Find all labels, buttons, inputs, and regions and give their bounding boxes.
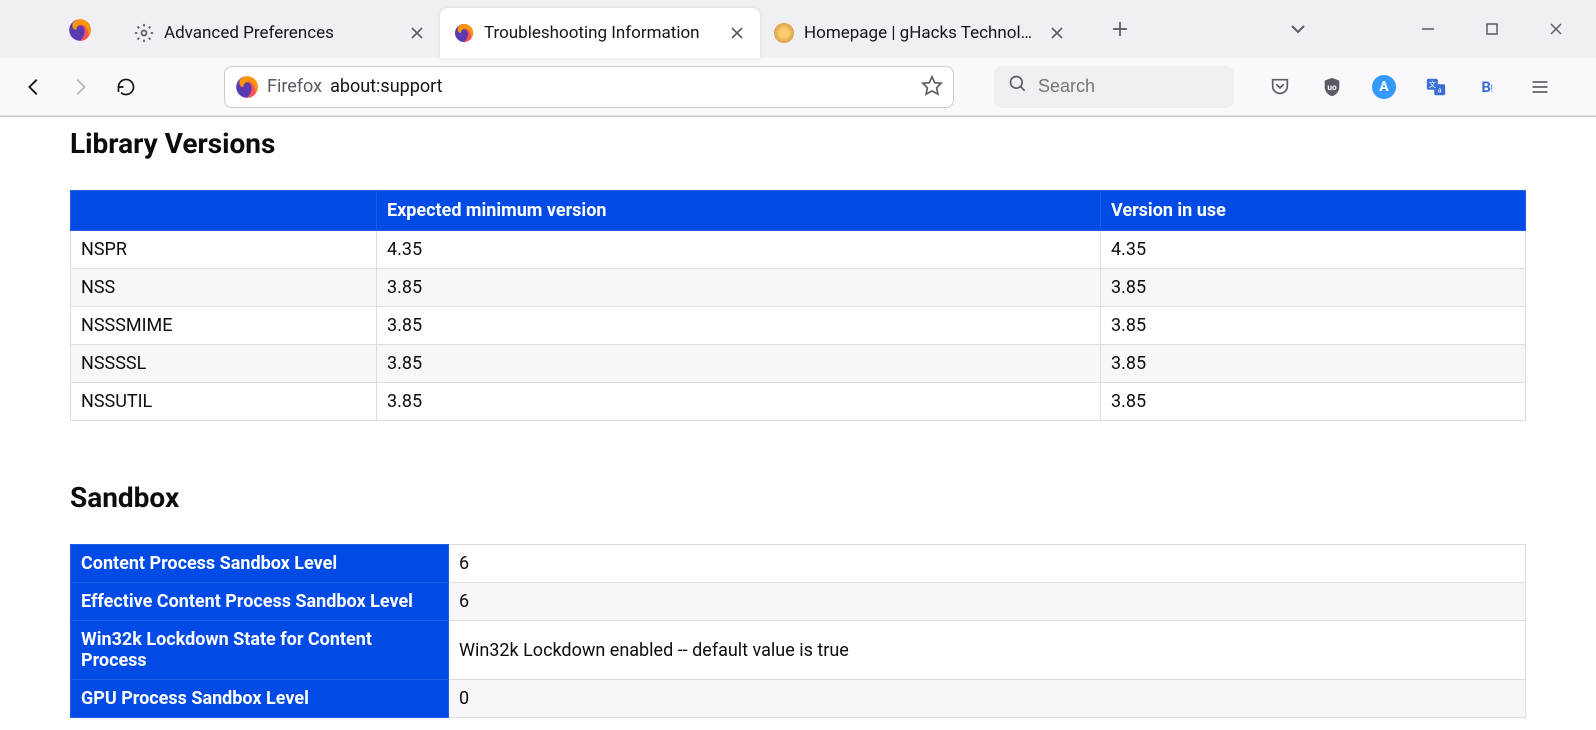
minimize-button[interactable] — [1408, 9, 1448, 49]
table-row: Content Process Sandbox Level6 — [71, 545, 1526, 583]
table-header: Version in use — [1101, 191, 1526, 231]
table-row: NSSUTIL3.853.85 — [71, 383, 1526, 421]
tab-title: Homepage | gHacks Technology — [804, 23, 1038, 43]
translate-icon[interactable]: 文a — [1420, 71, 1452, 103]
tab-title: Advanced Preferences — [164, 23, 398, 43]
toolbar-icons: uo A 文a B! — [1264, 71, 1556, 103]
sandbox-key: Content Process Sandbox Level — [71, 545, 449, 583]
table-row: NSPR4.354.35 — [71, 231, 1526, 269]
tab-troubleshooting[interactable]: Troubleshooting Information — [440, 8, 760, 58]
expected-version: 3.85 — [377, 345, 1101, 383]
version-in-use: 4.35 — [1101, 231, 1526, 269]
sandbox-value: 6 — [449, 583, 1526, 621]
account-icon[interactable]: A — [1368, 71, 1400, 103]
version-in-use: 3.85 — [1101, 269, 1526, 307]
tab-ghacks[interactable]: Homepage | gHacks Technology — [760, 8, 1080, 58]
sandbox-key: Win32k Lockdown State for Content Proces… — [71, 621, 449, 680]
svg-text:a: a — [1438, 85, 1442, 94]
sandbox-value: 0 — [449, 680, 1526, 718]
table-row: GPU Process Sandbox Level0 — [71, 680, 1526, 718]
sandbox-key: GPU Process Sandbox Level — [71, 680, 449, 718]
sandbox-table: Content Process Sandbox Level6Effective … — [70, 544, 1526, 718]
search-bar[interactable] — [994, 66, 1234, 108]
library-versions-heading: Library Versions — [70, 127, 1526, 160]
search-icon — [1008, 74, 1028, 99]
list-all-tabs-button[interactable] — [1278, 9, 1318, 49]
table-row: NSS3.853.85 — [71, 269, 1526, 307]
svg-text:uo: uo — [1327, 82, 1337, 92]
hamburger-menu-icon[interactable] — [1524, 71, 1556, 103]
close-icon[interactable] — [728, 24, 746, 42]
svg-text:文: 文 — [1429, 80, 1437, 89]
maximize-button[interactable] — [1472, 9, 1512, 49]
firefox-app-icon — [68, 18, 92, 42]
version-in-use: 3.85 — [1101, 383, 1526, 421]
tab-strip: Advanced Preferences Troubleshooting Inf… — [0, 0, 1596, 58]
expected-version: 3.85 — [377, 307, 1101, 345]
sandbox-value: 6 — [449, 545, 1526, 583]
library-name: NSS — [71, 269, 377, 307]
bitwarden-icon[interactable]: B! — [1472, 71, 1504, 103]
tab-title: Troubleshooting Information — [484, 23, 718, 43]
ghacks-favicon — [774, 23, 794, 43]
url-text: about:support — [330, 76, 913, 97]
table-row: NSSSSL3.853.85 — [71, 345, 1526, 383]
close-icon[interactable] — [1048, 24, 1066, 42]
sandbox-key: Effective Content Process Sandbox Level — [71, 583, 449, 621]
table-header — [71, 191, 377, 231]
expected-version: 3.85 — [377, 383, 1101, 421]
reload-button[interactable] — [108, 69, 144, 105]
sandbox-value: Win32k Lockdown enabled -- default value… — [449, 621, 1526, 680]
forward-button[interactable] — [62, 69, 98, 105]
table-header: Expected minimum version — [377, 191, 1101, 231]
pocket-icon[interactable] — [1264, 71, 1296, 103]
expected-version: 4.35 — [377, 231, 1101, 269]
version-in-use: 3.85 — [1101, 307, 1526, 345]
svg-text:B: B — [1481, 78, 1491, 96]
identity-label: Firefox — [267, 76, 322, 97]
close-window-button[interactable] — [1536, 9, 1576, 49]
expected-version: 3.85 — [377, 269, 1101, 307]
page-content: Library Versions Expected minimum versio… — [0, 117, 1596, 730]
table-row: Win32k Lockdown State for Content Proces… — [71, 621, 1526, 680]
search-input[interactable] — [1038, 76, 1270, 97]
new-tab-button[interactable] — [1100, 9, 1140, 49]
library-versions-table: Expected minimum version Version in use … — [70, 190, 1526, 421]
navigation-toolbar: Firefox about:support uo A 文a — [0, 58, 1596, 116]
browser-chrome: Advanced Preferences Troubleshooting Inf… — [0, 0, 1596, 117]
firefox-icon — [235, 75, 259, 99]
table-row: Effective Content Process Sandbox Level6 — [71, 583, 1526, 621]
version-in-use: 3.85 — [1101, 345, 1526, 383]
sandbox-heading: Sandbox — [70, 481, 1526, 514]
close-icon[interactable] — [408, 24, 426, 42]
library-name: NSPR — [71, 231, 377, 269]
identity-box[interactable]: Firefox — [235, 75, 322, 99]
firefox-icon — [454, 23, 474, 43]
svg-text:!: ! — [1491, 84, 1494, 95]
bookmark-star-icon[interactable] — [921, 74, 943, 100]
window-controls — [1408, 9, 1576, 49]
url-bar[interactable]: Firefox about:support — [224, 66, 954, 108]
library-name: NSSUTIL — [71, 383, 377, 421]
tab-advanced-preferences[interactable]: Advanced Preferences — [120, 8, 440, 58]
library-name: NSSSSL — [71, 345, 377, 383]
library-name: NSSSMIME — [71, 307, 377, 345]
gear-icon — [134, 23, 154, 43]
back-button[interactable] — [16, 69, 52, 105]
ublock-shield-icon[interactable]: uo — [1316, 71, 1348, 103]
table-row: NSSSMIME3.853.85 — [71, 307, 1526, 345]
